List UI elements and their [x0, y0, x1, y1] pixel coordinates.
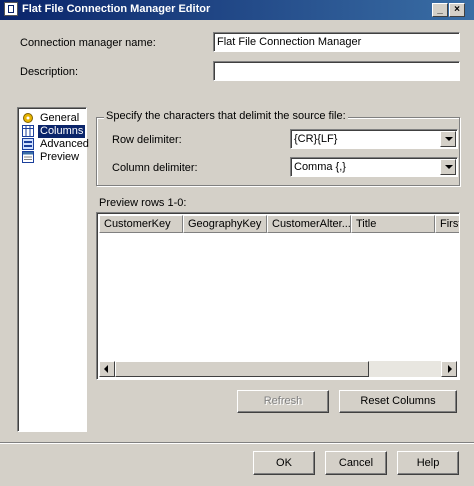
close-button[interactable]: × [449, 3, 465, 17]
preview-grid[interactable]: CustomerKey GeographyKey CustomerAlter..… [96, 212, 460, 380]
preview-icon [22, 151, 34, 163]
sidebar-item-label: General [40, 112, 80, 124]
horizontal-scrollbar[interactable] [99, 361, 457, 377]
advanced-icon [22, 138, 34, 150]
row-delimiter-label: Row delimiter: [112, 134, 182, 146]
column-delimiter-value: Comma {,} [294, 161, 346, 173]
dialog-window: Flat File Connection Manager Editor _ × … [0, 0, 474, 486]
sidebar-nav: General Columns Advanced Preview [17, 107, 89, 432]
chevron-down-icon[interactable] [440, 159, 456, 175]
window-title: Flat File Connection Manager Editor [22, 3, 211, 15]
help-button[interactable]: Help [397, 451, 459, 475]
footer-separator [0, 442, 474, 444]
column-header[interactable]: FirstN [435, 215, 459, 233]
scroll-thumb[interactable] [115, 361, 369, 377]
cancel-button[interactable]: Cancel [325, 451, 387, 475]
column-delimiter-select[interactable]: Comma {,} [290, 157, 458, 177]
column-header[interactable]: CustomerAlter... [267, 215, 351, 233]
column-delimiter-label: Column delimiter: [112, 162, 198, 174]
scroll-left-icon[interactable] [99, 361, 115, 377]
description-input[interactable] [213, 61, 460, 81]
ok-button[interactable]: OK [253, 451, 315, 475]
column-header[interactable]: Title [351, 215, 435, 233]
general-icon [23, 113, 33, 123]
scroll-right-icon[interactable] [441, 361, 457, 377]
columns-icon [22, 125, 34, 137]
preview-rows-label: Preview rows 1-0: [99, 197, 187, 209]
refresh-button[interactable]: Refresh [237, 390, 329, 413]
connection-name-label: Connection manager name: [20, 37, 156, 49]
sidebar-item-label: Columns [38, 125, 86, 138]
column-header[interactable]: CustomerKey [99, 215, 183, 233]
title-bar[interactable]: Flat File Connection Manager Editor _ × [0, 0, 474, 20]
row-delimiter-select[interactable]: {CR}{LF} [290, 129, 458, 149]
reset-columns-button[interactable]: Reset Columns [339, 390, 457, 413]
delimiter-group-title: Specify the characters that delimit the … [104, 110, 348, 122]
sidebar-item-label: Advanced [40, 138, 89, 150]
app-icon [4, 2, 18, 16]
sidebar-item-label: Preview [40, 151, 80, 163]
minimize-button[interactable]: _ [432, 3, 448, 17]
row-delimiter-value: {CR}{LF} [294, 133, 338, 145]
connection-name-input[interactable]: Flat File Connection Manager [213, 32, 460, 52]
column-header[interactable]: GeographyKey [183, 215, 267, 233]
chevron-down-icon[interactable] [440, 131, 456, 147]
description-label: Description: [20, 66, 79, 78]
